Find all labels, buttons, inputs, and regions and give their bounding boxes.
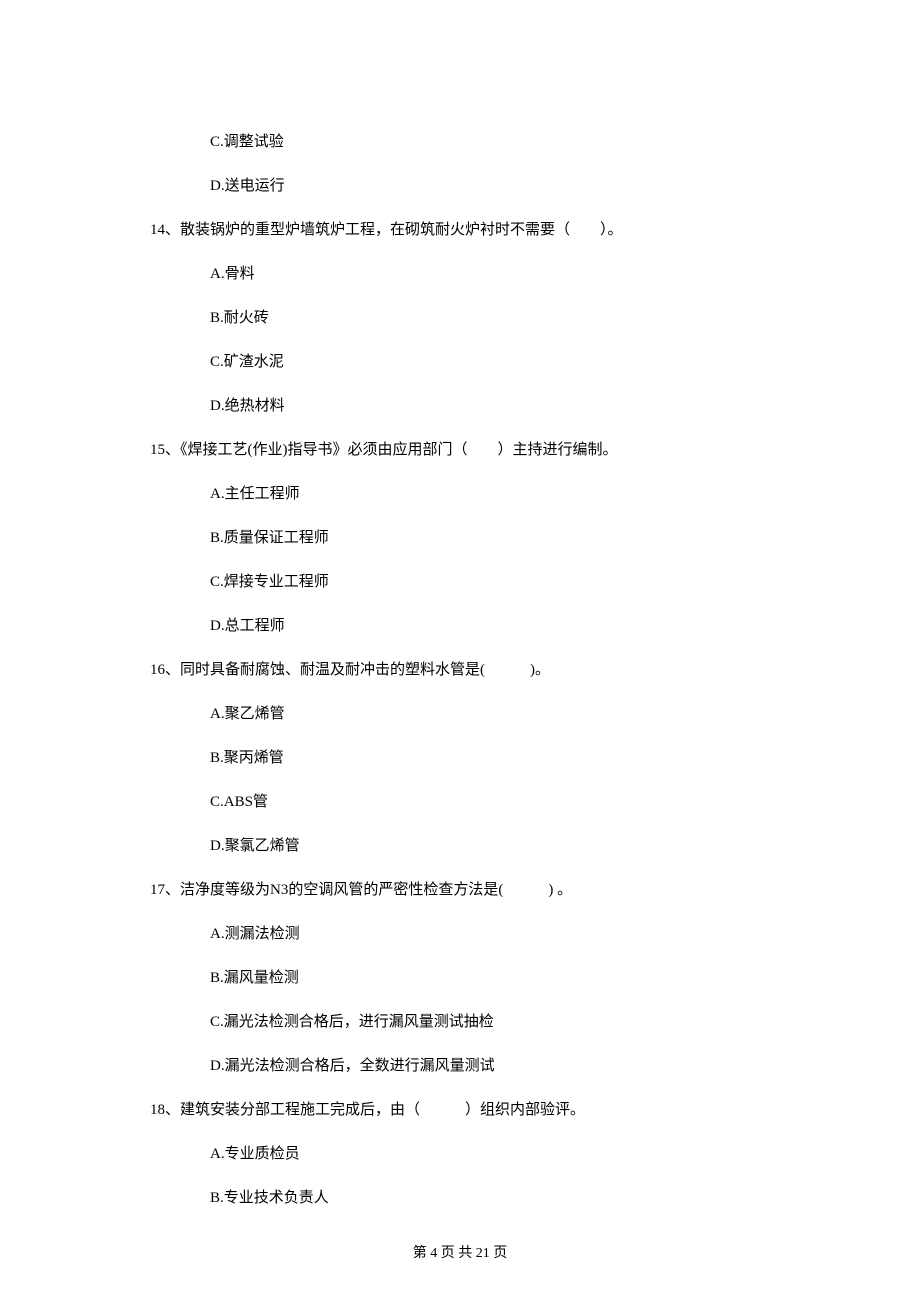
q16-option-a: A.聚乙烯管 (210, 702, 770, 726)
q16-option-d: D.聚氯乙烯管 (210, 834, 770, 858)
q18-option-b: B.专业技术负责人 (210, 1186, 770, 1210)
q16-stem: 16、同时具备耐腐蚀、耐温及耐冲击的塑料水管是( )。 (150, 658, 770, 682)
q18-option-a: A.专业质检员 (210, 1142, 770, 1166)
q14-option-b: B.耐火砖 (210, 306, 770, 330)
q17-option-d: D.漏光法检测合格后，全数进行漏风量测试 (210, 1054, 770, 1078)
q16-option-c: C.ABS管 (210, 790, 770, 814)
q18-stem: 18、建筑安装分部工程施工完成后，由（ ）组织内部验评。 (150, 1098, 770, 1122)
q13-option-d: D.送电运行 (210, 174, 770, 198)
q17-option-c: C.漏光法检测合格后，进行漏风量测试抽检 (210, 1010, 770, 1034)
q15-option-d: D.总工程师 (210, 614, 770, 638)
q16-option-b: B.聚丙烯管 (210, 746, 770, 770)
q15-option-a: A.主任工程师 (210, 482, 770, 506)
q15-option-c: C.焊接专业工程师 (210, 570, 770, 594)
q14-option-a: A.骨料 (210, 262, 770, 286)
q14-option-c: C.矿渣水泥 (210, 350, 770, 374)
q13-option-c: C.调整试验 (210, 130, 770, 154)
q17-option-a: A.测漏法检测 (210, 922, 770, 946)
page-content: C.调整试验 D.送电运行 14、散装锅炉的重型炉墙筑炉工程，在砌筑耐火炉衬时不… (0, 0, 920, 1210)
q15-stem: 15、《焊接工艺(作业)指导书》必须由应用部门（ ）主持进行编制。 (150, 438, 770, 462)
q17-option-b: B.漏风量检测 (210, 966, 770, 990)
q15-option-b: B.质量保证工程师 (210, 526, 770, 550)
q17-stem: 17、洁净度等级为N3的空调风管的严密性检查方法是( ) 。 (150, 878, 770, 902)
page-footer: 第 4 页 共 21 页 (0, 1242, 920, 1262)
q14-option-d: D.绝热材料 (210, 394, 770, 418)
q14-stem: 14、散装锅炉的重型炉墙筑炉工程，在砌筑耐火炉衬时不需要（ ）。 (150, 218, 770, 242)
